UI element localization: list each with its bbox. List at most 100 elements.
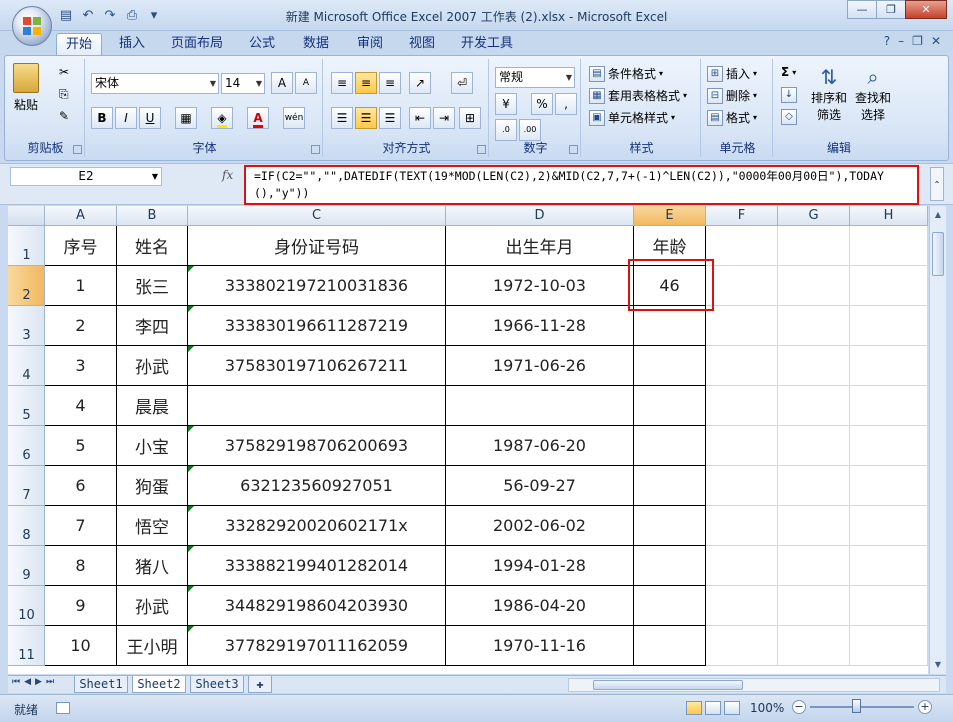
cell-birth[interactable]: 1972-10-03 — [446, 266, 634, 306]
cell-birth[interactable]: 2002-06-02 — [446, 506, 634, 546]
column-header-b[interactable]: B — [117, 206, 188, 226]
cell-id[interactable]: 333830196611287219 — [188, 306, 446, 346]
autosum-button[interactable]: Σ ▾ — [781, 65, 796, 79]
close-button[interactable]: ✕ — [905, 0, 947, 19]
empty-cell[interactable] — [706, 506, 778, 546]
alignment-launcher[interactable] — [477, 145, 486, 154]
empty-cell[interactable] — [850, 386, 928, 426]
align-left-button[interactable]: ☰ — [331, 107, 353, 129]
row-header-10[interactable]: 10 — [8, 586, 45, 626]
row-header-7[interactable]: 7 — [8, 466, 45, 506]
empty-cell[interactable] — [850, 426, 928, 466]
orientation-button[interactable]: ↗ — [409, 72, 431, 94]
cell-id[interactable]: 375830197106267211 — [188, 346, 446, 386]
empty-cell[interactable] — [850, 266, 928, 306]
expand-formula-bar-icon[interactable]: ⌃ — [930, 167, 944, 201]
empty-cell[interactable] — [706, 546, 778, 586]
restore-button[interactable]: ❐ — [876, 0, 906, 19]
cell-name[interactable]: 猪八 — [117, 546, 188, 586]
increase-indent-button[interactable]: ⇥ — [433, 107, 455, 129]
conditional-format-button[interactable]: ▤ 条件格式 ▾ — [589, 65, 663, 82]
increase-decimal-button[interactable]: .0 — [495, 119, 517, 141]
align-center-button[interactable]: ☰ — [355, 107, 377, 129]
empty-cell[interactable] — [778, 546, 850, 586]
cell-id[interactable]: 344829198604203930 — [188, 586, 446, 626]
align-right-button[interactable]: ☰ — [379, 107, 401, 129]
shrink-font-button[interactable]: A — [295, 72, 317, 94]
empty-cell[interactable] — [706, 466, 778, 506]
empty-cell[interactable] — [778, 426, 850, 466]
cell-styles-button[interactable]: ▣ 单元格样式 ▾ — [589, 109, 675, 126]
cell-age[interactable] — [634, 306, 706, 346]
vertical-scroll-thumb[interactable] — [932, 232, 944, 276]
page-break-view-button[interactable] — [724, 701, 740, 715]
cell-age[interactable] — [634, 426, 706, 466]
phonetic-button[interactable]: wén — [283, 107, 305, 129]
cell-birth[interactable]: 1986-04-20 — [446, 586, 634, 626]
empty-cell[interactable] — [778, 266, 850, 306]
cell-birth[interactable]: 1971-06-26 — [446, 346, 634, 386]
empty-cell[interactable] — [706, 346, 778, 386]
column-header-d[interactable]: D — [446, 206, 634, 226]
font-color-button[interactable]: A — [247, 107, 269, 129]
empty-cell[interactable] — [778, 466, 850, 506]
name-box[interactable]: E2 ▼ — [10, 167, 162, 186]
font-name-select[interactable]: 宋体 ▼ — [91, 73, 219, 94]
row-header-5[interactable]: 5 — [8, 386, 45, 426]
column-header-f[interactable]: F — [706, 206, 778, 226]
empty-cell[interactable] — [850, 226, 928, 266]
cell-name[interactable]: 小宝 — [117, 426, 188, 466]
align-middle-button[interactable]: ≡ — [355, 72, 377, 94]
empty-cell[interactable] — [706, 586, 778, 626]
last-sheet-icon[interactable]: ⏭ — [46, 677, 54, 687]
horizontal-scrollbar[interactable] — [568, 678, 940, 692]
zoom-slider-track[interactable] — [810, 706, 914, 708]
empty-cell[interactable] — [850, 626, 928, 666]
ribbon-close-icon[interactable]: ✕ — [931, 34, 941, 48]
zoom-level[interactable]: 100% — [750, 701, 784, 715]
normal-view-button[interactable] — [686, 701, 702, 715]
office-button[interactable] — [12, 6, 52, 46]
scroll-up-icon[interactable]: ▲ — [931, 208, 945, 222]
tab-insert[interactable]: 插入 — [110, 33, 154, 55]
row-header-4[interactable]: 4 — [8, 346, 45, 386]
number-launcher[interactable] — [569, 145, 578, 154]
header-cell-seq[interactable]: 序号 — [45, 226, 117, 266]
cell-birth[interactable]: 1987-06-20 — [446, 426, 634, 466]
empty-cell[interactable] — [778, 386, 850, 426]
prev-sheet-icon[interactable]: ◀ — [24, 677, 31, 687]
cell-name[interactable]: 孙武 — [117, 586, 188, 626]
zoom-out-icon[interactable]: − — [792, 700, 806, 714]
column-header-g[interactable]: G — [778, 206, 850, 226]
tab-developer[interactable]: 开发工具 — [454, 33, 520, 55]
column-header-c[interactable]: C — [188, 206, 446, 226]
cell-seq[interactable]: 1 — [45, 266, 117, 306]
cell-age[interactable] — [634, 386, 706, 426]
row-header-8[interactable]: 8 — [8, 506, 45, 546]
tab-data[interactable]: 数据 — [294, 33, 338, 55]
empty-cell[interactable] — [850, 506, 928, 546]
header-cell-id[interactable]: 身份证号码 — [188, 226, 446, 266]
sheet-tab-1[interactable]: Sheet1 — [74, 676, 128, 693]
cut-button[interactable]: ✂ — [59, 65, 69, 79]
select-all-corner[interactable] — [8, 206, 45, 226]
empty-cell[interactable] — [706, 226, 778, 266]
cell-name[interactable]: 狗蛋 — [117, 466, 188, 506]
cell-seq[interactable]: 8 — [45, 546, 117, 586]
insert-cells-button[interactable]: ⊞ 插入 ▾ — [707, 65, 757, 82]
empty-cell[interactable] — [778, 626, 850, 666]
cell-name[interactable]: 悟空 — [117, 506, 188, 546]
format-cells-button[interactable]: ▤ 格式 ▾ — [707, 109, 757, 126]
cell-seq[interactable]: 5 — [45, 426, 117, 466]
wrap-text-button[interactable]: ⏎ — [451, 72, 473, 94]
cell-age[interactable] — [634, 506, 706, 546]
cell-id[interactable]: 333802197210031836 — [188, 266, 446, 306]
empty-cell[interactable] — [850, 466, 928, 506]
insert-sheet-button[interactable]: ✚ — [248, 676, 272, 693]
cell-id[interactable] — [188, 386, 446, 426]
bold-button[interactable]: B — [91, 107, 113, 129]
cell-name[interactable]: 王小明 — [117, 626, 188, 666]
cell-age[interactable] — [634, 546, 706, 586]
clear-button[interactable]: ◇ — [781, 109, 797, 125]
cell-birth[interactable] — [446, 386, 634, 426]
